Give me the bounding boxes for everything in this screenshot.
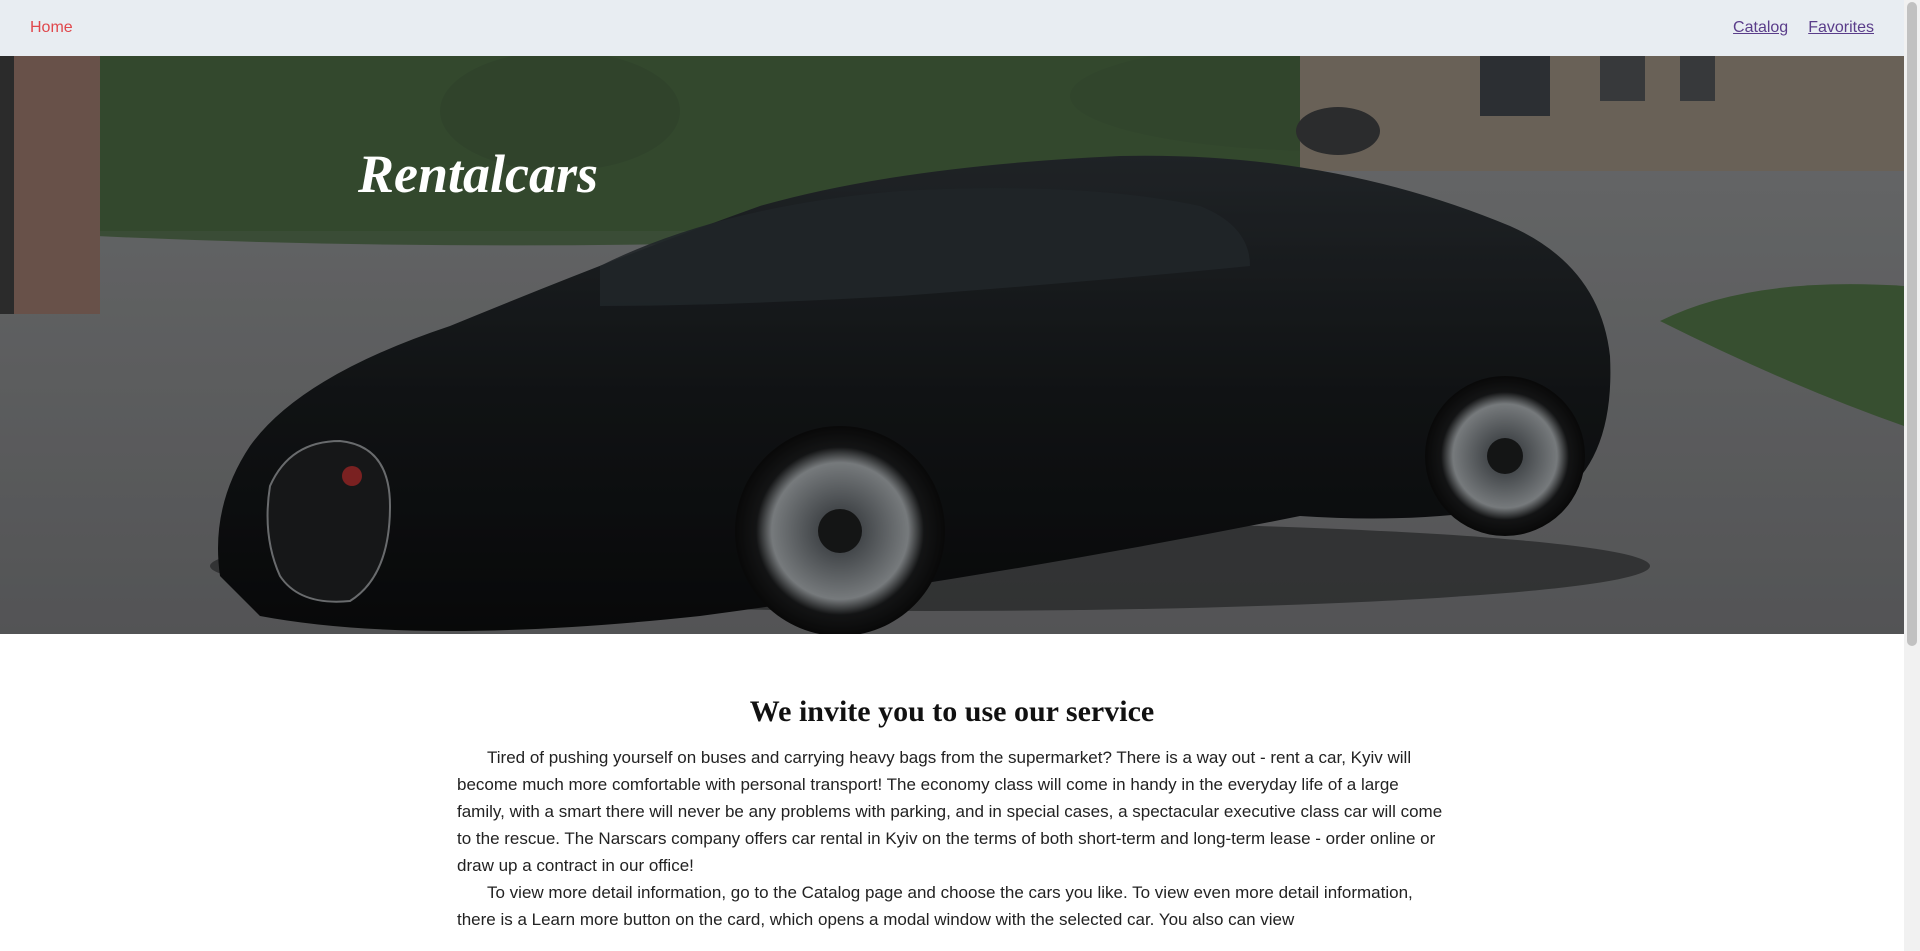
section-title: We invite you to use our service	[749, 695, 1155, 728]
home-link[interactable]: Home	[30, 18, 73, 38]
page: Home Catalog Favorites Rentalcars We inv…	[0, 0, 1904, 951]
hero-car-image	[0, 56, 1904, 634]
main-content: We invite you to use our service Tired o…	[457, 634, 1447, 933]
hero-title: Rentalcars	[358, 144, 599, 204]
page-scrollbar[interactable]	[1904, 0, 1920, 951]
favorites-link[interactable]: Favorites	[1808, 18, 1874, 38]
nav-links: Catalog Favorites	[1733, 18, 1874, 38]
hero-banner: Rentalcars	[0, 56, 1904, 634]
intro-paragraph: Tired of pushing yourself on buses and c…	[457, 748, 1443, 875]
top-navigation: Home Catalog Favorites	[0, 0, 1904, 56]
catalog-link[interactable]: Catalog	[1733, 18, 1788, 38]
scrollbar-thumb[interactable]	[1907, 2, 1917, 646]
catalog-paragraph: To view more detail information, go to t…	[457, 883, 1413, 929]
